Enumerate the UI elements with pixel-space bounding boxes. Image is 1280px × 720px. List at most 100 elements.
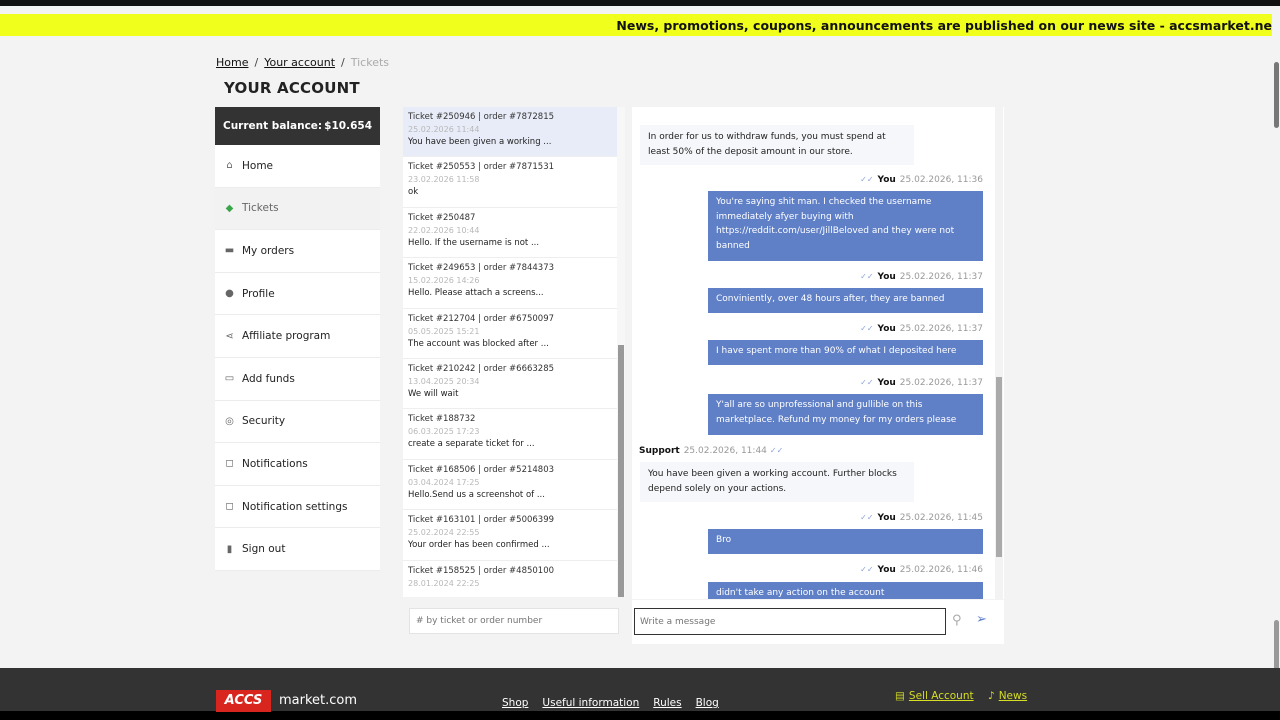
sidebar-item-label: Affiliate program xyxy=(242,330,331,343)
site-logo-text[interactable]: market.com xyxy=(279,693,357,708)
balance-label: Current balance: xyxy=(223,120,323,132)
bell-icon: ◻ xyxy=(225,458,234,470)
ticket-title: Ticket #249653 | order #7844373 xyxy=(408,263,555,274)
send-icon[interactable]: ➢ xyxy=(976,612,987,627)
footer-link-rules[interactable]: Rules xyxy=(653,697,681,709)
message-input[interactable] xyxy=(634,608,946,635)
ticket-title: Ticket #250487 xyxy=(408,212,476,223)
ticket-item[interactable]: Ticket #210242 | order #6663285 13.04.202… xyxy=(403,359,625,410)
read-check-icon: ✓✓ xyxy=(769,446,784,455)
ticket-search-input[interactable] xyxy=(409,608,619,634)
sender-name: You xyxy=(877,272,896,282)
message-time: 25.02.2026, 11:36 xyxy=(899,175,983,185)
ticket-title: Ticket #250553 | order #7871531 xyxy=(408,162,555,173)
read-check-icon: ✓✓ xyxy=(860,324,874,333)
ticket-title: Ticket #210242 | order #6663285 xyxy=(408,363,555,374)
ticket-item[interactable]: Ticket #168506 | order #5214803 03.04.202… xyxy=(403,460,625,511)
user-message: Bro xyxy=(708,529,983,554)
footer-link-shop[interactable]: Shop xyxy=(502,697,528,709)
chat-panel: In order for us to withdraw funds, you m… xyxy=(632,107,1004,599)
read-check-icon: ✓✓ xyxy=(860,378,874,387)
ticket-item[interactable]: Ticket #250946 | order #7872815 25.02.202… xyxy=(403,107,625,158)
footer-link-useful-information[interactable]: Useful information xyxy=(542,697,639,709)
ticket-icon: ◆ xyxy=(225,202,234,214)
page-scrollbar[interactable] xyxy=(1272,40,1280,670)
breadcrumb-separator: / xyxy=(341,56,345,69)
ticket-date: 22.02.2026 10:44 xyxy=(408,225,480,235)
footer-link-blog[interactable]: Blog xyxy=(696,697,719,709)
sidebar-item-affiliate[interactable]: ⋖ Affiliate program xyxy=(215,315,380,358)
sidebar-item-my-orders[interactable]: ▬ My orders xyxy=(215,230,380,273)
ticket-date: 03.04.2024 17:25 xyxy=(408,477,480,487)
ticket-item[interactable]: Ticket #158525 | order #4850100 28.01.202… xyxy=(403,561,625,597)
ticket-item[interactable]: Ticket #163101 | order #5006399 25.02.202… xyxy=(403,510,625,561)
sidebar-item-label: Notifications xyxy=(242,457,308,470)
ticket-title: Ticket #188732 xyxy=(408,414,476,425)
sender-name: You xyxy=(877,175,896,185)
page-scrollbar-thumb[interactable] xyxy=(1274,62,1279,128)
read-check-icon: ✓✓ xyxy=(860,513,874,522)
user-message: Conviniently, over 48 hours after, they … xyxy=(708,288,983,313)
ticket-title: Ticket #212704 | order #6750097 xyxy=(408,313,555,324)
message-time: 25.02.2026, 11:37 xyxy=(899,272,983,282)
account-sidebar: Current balance: $10.654 ⌂ Home ◆ Tickets … xyxy=(215,107,380,571)
paperclip-icon[interactable]: ⚲ xyxy=(952,613,962,628)
sidebar-item-security[interactable]: ◎ Security xyxy=(215,401,380,444)
bell-settings-icon: ◻ xyxy=(225,501,234,513)
ticket-date: 25.02.2024 22:55 xyxy=(408,528,480,538)
sidebar-item-label: My orders xyxy=(242,244,295,257)
ticket-item[interactable]: Ticket #250553 | order #7871531 23.02.202… xyxy=(403,157,625,208)
ticket-item[interactable]: Ticket #249653 | order #7844373 15.02.202… xyxy=(403,258,625,309)
support-message: You have been given a working account. F… xyxy=(640,462,914,502)
message-time: 25.02.2026, 11:37 xyxy=(899,324,983,334)
ticket-date: 25.02.2026 11:44 xyxy=(408,125,480,134)
read-check-icon: ✓✓ xyxy=(860,175,874,184)
sidebar-item-notifications[interactable]: ◻ Notifications xyxy=(215,443,380,486)
ticket-preview: Hello. Please attach a screens... xyxy=(408,288,544,299)
breadcrumb-current: Tickets xyxy=(350,56,390,69)
sidebar-item-home[interactable]: ⌂ Home xyxy=(215,145,380,188)
site-logo[interactable]: ACCS xyxy=(216,690,271,712)
sender-name: Support xyxy=(639,446,680,456)
user-icon: ● xyxy=(225,288,234,300)
ticker-text: News, promotions, coupons, announcements… xyxy=(616,18,1272,33)
read-check-icon: ✓✓ xyxy=(860,272,874,281)
news-label[interactable]: News xyxy=(999,690,1027,702)
chat-scrollbar-thumb[interactable] xyxy=(996,377,1002,557)
cart-icon: ▬ xyxy=(224,245,235,257)
ticket-title: Ticket #168506 | order #5214803 xyxy=(408,464,555,475)
ticket-preview: create a separate ticket for ... xyxy=(408,439,535,450)
sidebar-item-sign-out[interactable]: ▮ Sign out xyxy=(215,528,380,571)
ticket-list-scrollbar-thumb[interactable] xyxy=(618,345,624,597)
breadcrumb-home[interactable]: Home xyxy=(216,56,248,69)
sidebar-item-label: Security xyxy=(242,415,286,428)
sell-account-label: Sell Account xyxy=(908,690,974,702)
money-icon: ▤ xyxy=(895,690,905,702)
ticket-date: 05.05.2025 15:21 xyxy=(408,326,480,336)
message-meta: ✓✓ You 25.02.2026, 11:37 xyxy=(860,272,983,282)
sell-account-link[interactable]: ▤ Sell Account xyxy=(895,690,974,702)
share-icon: ⋖ xyxy=(225,330,234,342)
chat-scrollbar[interactable] xyxy=(995,107,1003,599)
ticket-preview: You have been given a working ... xyxy=(408,137,552,147)
ticket-date: 13.04.2025 20:34 xyxy=(408,376,480,386)
bell-icon: ♪ xyxy=(988,690,995,702)
ticket-preview: Your order has been confirmed ... xyxy=(408,540,550,551)
news-ticker[interactable]: News, promotions, coupons, announcements… xyxy=(0,14,1272,36)
sidebar-item-label: Home xyxy=(242,159,274,172)
support-message: In order for us to withdraw funds, you m… xyxy=(640,125,914,165)
ticket-item[interactable]: Ticket #250487 22.02.2026 10:44 Hello. If … xyxy=(403,208,625,259)
sidebar-item-add-funds[interactable]: ▭ Add funds xyxy=(215,358,380,401)
sidebar-item-notification-settings[interactable]: ◻ Notification settings xyxy=(215,486,380,529)
sidebar-item-tickets[interactable]: ◆ Tickets xyxy=(215,187,380,231)
ticket-item[interactable]: Ticket #188732 06.03.2025 17:23 create a s… xyxy=(403,409,625,460)
sender-name: You xyxy=(877,513,896,523)
ticket-item[interactable]: Ticket #212704 | order #6750097 05.05.202… xyxy=(403,309,625,359)
breadcrumb-account[interactable]: Your account xyxy=(264,56,335,69)
page-scrollbar-thumb-lower[interactable] xyxy=(1274,620,1279,670)
ticket-title: Ticket #163101 | order #5006399 xyxy=(408,515,555,526)
news-link[interactable]: ♪ News xyxy=(988,690,1027,702)
user-message: I have spent more than 90% of what I dep… xyxy=(708,340,983,365)
ticket-list-scrollbar[interactable] xyxy=(617,107,625,597)
sidebar-item-profile[interactable]: ● Profile xyxy=(215,273,380,316)
